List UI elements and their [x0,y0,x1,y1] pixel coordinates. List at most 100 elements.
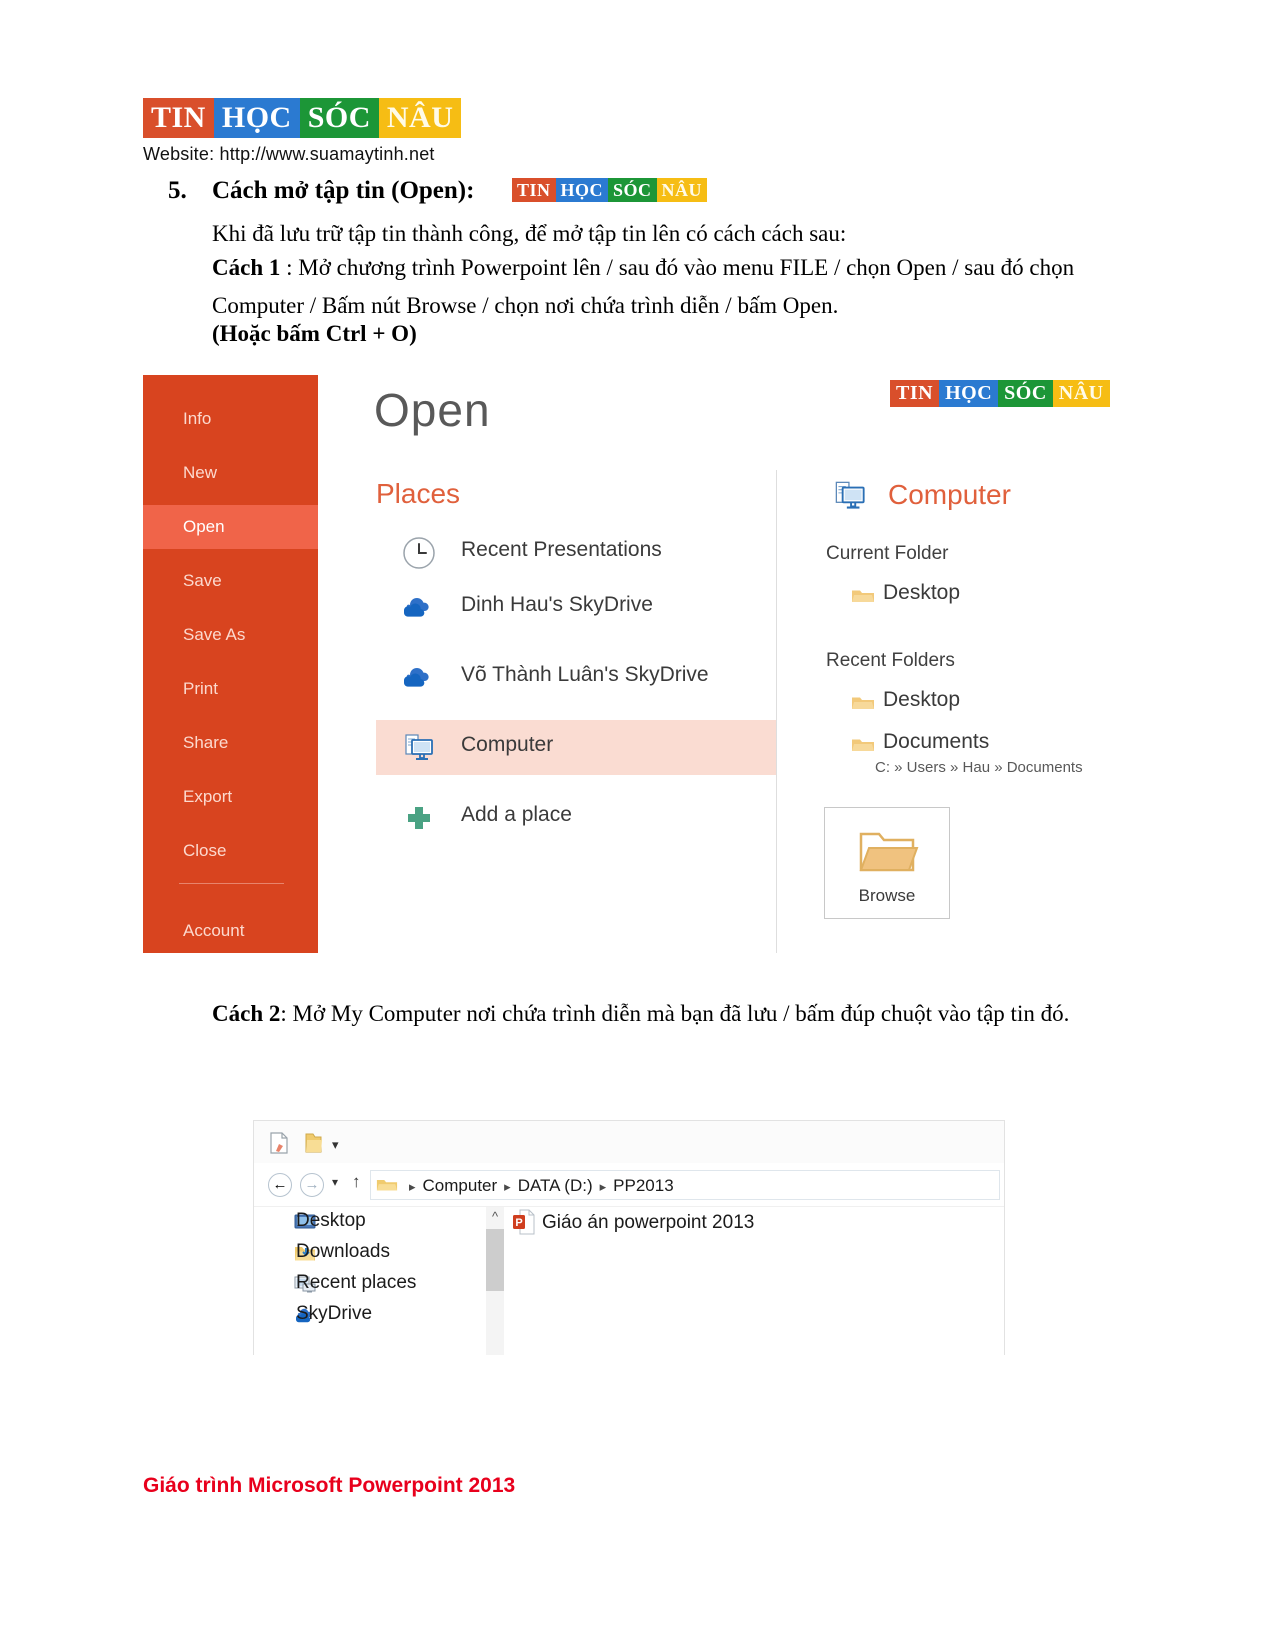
backstage-title: Open [374,384,491,436]
sidebar-item-save[interactable]: Save [143,559,318,603]
file-item-giao-an-powerpoint-2013[interactable]: Giáo án powerpoint 2013 [542,1212,754,1234]
explorer-body: Desktop Downloads Recent places SkyDrive… [254,1206,1004,1355]
browse-button[interactable]: Browse [824,807,950,919]
backstage-sidebar: Info New Open Save Save As Print Share E… [143,375,318,953]
breadcrumb-separator: ▸ [599,1179,607,1194]
sidebar-item-print[interactable]: Print [143,667,318,711]
website-line: Website: http://www.suamaytinh.net [143,144,435,164]
place-label: Võ Thành Luân's SkyDrive [461,663,709,686]
place-label: Dinh Hau's SkyDrive [461,593,653,616]
way2-label: Cách 2 [212,1001,281,1026]
section-number: 5. [168,177,187,204]
back-button[interactable]: ← [268,1173,292,1197]
navigation-pane: Desktop Downloads Recent places SkyDrive [254,1207,491,1355]
current-folder-desktop[interactable]: Desktop [883,581,960,605]
clock-icon [403,537,435,569]
breadcrumb: ▸ Computer ▸ DATA (D:) ▸ PP2013 [402,1176,674,1196]
scroll-up-icon[interactable]: ^ [486,1209,504,1224]
recent-folder-desktop[interactable]: Desktop [883,688,960,712]
nav-item-recent-places[interactable]: Recent places [296,1272,416,1294]
folder-icon [852,739,874,751]
browse-button-label: Browse [858,886,916,905]
way1-text: : Mở chương trình Powerpoint lên / sau đ… [212,255,1075,318]
place-add-a-place[interactable]: Add a place [376,790,776,845]
document-page: TIN HỌC SÓC NÂU Website: http://www.suamayt… [0,0,1274,1649]
logo-part-hoc: HỌC [213,98,300,138]
plus-icon [408,807,430,829]
logo-part-soc: SÓC [299,98,379,138]
way1-note: (Hoặc bấm Ctrl + O) [212,321,417,346]
page-title: Cách mở tập tin (Open): [212,177,475,204]
recent-folders-label: Recent Folders [826,650,955,671]
breadcrumb-computer[interactable]: Computer [423,1176,498,1195]
intro-paragraph: Khi đã lưu trữ tập tin thành công, để mở… [212,221,847,246]
file-explorer-screenshot: ▾ ← → ▾ ↑ ▸ Computer ▸ DATA (D:) ▸ PP2013 Des… [253,1120,1005,1355]
folder-icon [376,1179,398,1191]
logo-part-nau: NÂU [1052,380,1110,407]
sidebar-item-account[interactable]: Account [143,909,318,953]
watermark-logo-powerpoint: TIN HỌC SÓC NÂU [890,380,1110,407]
up-button[interactable]: ↑ [352,1172,361,1192]
site-logo: TIN HỌC SÓC NÂU [143,98,462,138]
places-header: Places [376,478,461,509]
forward-button[interactable]: → [300,1173,324,1197]
scrollbar-thumb[interactable] [486,1229,504,1291]
way1-paragraph: Cách 1 : Mở chương trình Powerpoint lên … [212,249,1127,325]
logo-part-nau: NÂU [656,178,708,202]
place-computer[interactable]: Computer [376,720,776,775]
sidebar-item-new[interactable]: New [143,451,318,495]
place-dinh-hau-skydrive[interactable]: Dinh Hau's SkyDrive [376,580,776,635]
way1-label: Cách 1 [212,255,281,280]
recent-folder-documents[interactable]: Documents [883,730,989,754]
open-folder-icon [859,832,919,872]
way2-text: : Mở My Computer nơi chứa trình diễn mà … [280,1001,1070,1026]
watermark-logo-explorer: TIN HỌC SÓC NÂU [512,178,708,202]
footer-text: Giáo trình Microsoft Powerpoint 2013 [143,1474,516,1497]
nav-item-skydrive[interactable]: SkyDrive [296,1303,372,1325]
logo-part-tin: TIN [512,178,556,202]
sidebar-item-save-as[interactable]: Save As [143,613,318,657]
place-label: Computer [461,733,554,756]
logo-part-hoc: HỌC [939,380,999,407]
column-divider [776,470,777,953]
sidebar-item-export[interactable]: Export [143,775,318,819]
properties-icon[interactable] [268,1131,290,1155]
place-label: Recent Presentations [461,538,662,561]
folder-icon [852,590,874,602]
way2-paragraph: Cách 2: Mở My Computer nơi chứa trình di… [212,995,1127,1033]
logo-part-soc: SÓC [608,178,657,202]
navigation-pane-scrollbar[interactable]: ^ [486,1207,504,1355]
customize-caret-icon[interactable]: ▾ [332,1137,339,1153]
new-folder-icon[interactable] [302,1131,324,1155]
sidebar-item-share[interactable]: Share [143,721,318,765]
powerpoint-open-screenshot: Info New Open Save Save As Print Share E… [143,375,1114,953]
sidebar-item-info[interactable]: Info [143,397,318,441]
powerpoint-file-icon: P [513,1209,535,1235]
logo-part-tin: TIN [890,380,940,407]
breadcrumb-separator: ▸ [409,1179,416,1194]
folder-icon [852,697,874,709]
file-list: P Giáo án powerpoint 2013 [504,1207,1004,1355]
place-recent-presentations[interactable]: Recent Presentations [376,525,776,580]
nav-item-desktop[interactable]: Desktop [296,1210,366,1232]
logo-part-tin: TIN [143,98,214,138]
nav-item-downloads[interactable]: Downloads [296,1241,390,1263]
logo-part-hoc: HỌC [555,178,609,202]
current-folder-label: Current Folder [826,543,949,564]
logo-part-soc: SÓC [998,380,1053,407]
cloud-icon [404,598,429,617]
sidebar-divider [179,883,284,884]
svg-text:P: P [515,1217,522,1229]
computer-icon [405,734,433,760]
logo-part-nau: NÂU [378,98,462,138]
computer-header-label: Computer [888,479,1011,510]
breadcrumb-data-d[interactable]: DATA (D:) [518,1176,593,1195]
history-caret-icon[interactable]: ▾ [332,1175,338,1189]
sidebar-item-open[interactable]: Open [143,505,318,549]
place-vo-thanh-luan-skydrive[interactable]: Võ Thành Luân's SkyDrive [376,650,776,705]
sidebar-item-close[interactable]: Close [143,829,318,873]
quick-access-toolbar: ▾ [254,1121,1004,1164]
breadcrumb-separator: ▸ [504,1179,511,1194]
cloud-icon [404,668,429,687]
breadcrumb-pp2013[interactable]: PP2013 [613,1176,674,1195]
